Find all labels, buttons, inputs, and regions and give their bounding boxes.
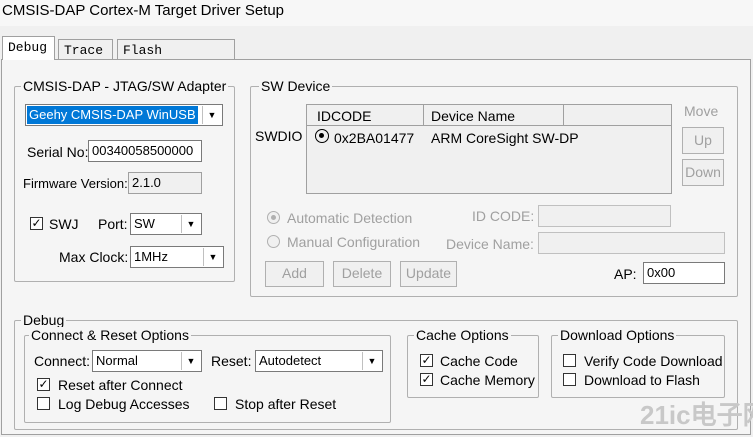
adapter-select[interactable]: Geehy CMSIS-DAP WinUSB ▼ <box>25 104 223 126</box>
port-select[interactable]: SW ▼ <box>130 213 202 235</box>
row-idcode: 0x2BA01477 <box>334 130 415 146</box>
reset-select-value: Autodetect <box>259 353 322 368</box>
max-clock-label: Max Clock: <box>59 249 129 265</box>
add-button[interactable]: Add <box>265 261 324 287</box>
auto-detection-radio[interactable] <box>267 211 280 224</box>
stop-after-reset-checkbox[interactable] <box>214 397 227 410</box>
device-table[interactable]: IDCODE Device Name 0x2BA01477 ARM CoreSi… <box>306 104 672 194</box>
max-clock-select-value: 1MHz <box>134 249 168 264</box>
manual-config-radio[interactable] <box>267 235 280 248</box>
ap-label: AP: <box>614 266 637 282</box>
port-label: Port: <box>98 216 128 232</box>
verify-download-label: Verify Code Download <box>584 353 723 369</box>
column-divider <box>423 105 424 125</box>
adapter-group-title: CMSIS-DAP - JTAG/SW Adapter <box>21 78 229 94</box>
cache-code-checkbox[interactable]: ✓ <box>420 354 433 367</box>
chevron-down-icon: ▼ <box>181 352 200 370</box>
sw-device-group-title: SW Device <box>259 78 333 94</box>
manual-config-label: Manual Configuration <box>287 234 421 250</box>
idcode-field[interactable] <box>538 205 671 227</box>
verify-download-checkbox[interactable] <box>563 354 576 367</box>
device-name-field[interactable] <box>538 232 725 254</box>
reset-after-connect-label: Reset after Connect <box>58 377 183 393</box>
target-icon <box>315 129 329 143</box>
idcode-label: ID CODE: <box>472 208 535 224</box>
swdio-label: SWDIO <box>255 128 303 144</box>
serial-field[interactable]: 00340058500000 <box>88 140 202 162</box>
update-button[interactable]: Update <box>400 261 457 287</box>
stop-after-reset-label: Stop after Reset <box>235 396 337 412</box>
device-name-label: Device Name: <box>446 236 534 252</box>
serial-label: Serial No: <box>27 144 89 160</box>
log-debug-checkbox[interactable] <box>37 397 50 410</box>
chevron-down-icon: ▼ <box>362 352 381 370</box>
column-header-device-name: Device Name <box>431 108 516 124</box>
tab-debug[interactable]: Debug <box>2 36 55 60</box>
adapter-select-value: Geehy CMSIS-DAP WinUSB <box>27 106 198 124</box>
window-title: CMSIS-DAP Cortex-M Target Driver Setup <box>2 2 285 19</box>
connect-label: Connect: <box>34 353 91 369</box>
watermark: 21ic电子网 <box>640 400 753 430</box>
move-label: Move <box>684 103 719 119</box>
cache-memory-label: Cache Memory <box>440 372 535 388</box>
port-select-value: SW <box>134 216 155 231</box>
column-header-idcode: IDCODE <box>317 108 372 124</box>
connect-select-value: Normal <box>96 353 138 368</box>
cache-memory-checkbox[interactable]: ✓ <box>420 373 433 386</box>
tab-trace[interactable]: Trace <box>58 39 113 60</box>
title-bar: CMSIS-DAP Cortex-M Target Driver Setup <box>0 0 753 26</box>
connect-select[interactable]: Normal ▼ <box>92 350 202 372</box>
reset-select[interactable]: Autodetect ▼ <box>255 350 383 372</box>
move-up-button[interactable]: Up <box>682 127 724 154</box>
chevron-down-icon: ▼ <box>203 248 222 266</box>
swj-checkbox[interactable]: ✓ <box>30 217 43 230</box>
connect-reset-title: Connect & Reset Options <box>29 327 191 343</box>
debug-group-title: Debug <box>21 312 67 328</box>
reset-after-connect-checkbox[interactable]: ✓ <box>37 378 50 391</box>
column-divider <box>563 105 564 125</box>
firmware-label: Firmware Version: <box>23 176 128 191</box>
max-clock-select[interactable]: 1MHz ▼ <box>130 246 224 268</box>
move-down-button[interactable]: Down <box>682 159 724 186</box>
row-device-name: ARM CoreSight SW-DP <box>431 130 579 146</box>
chevron-down-icon: ▼ <box>181 215 200 233</box>
log-debug-label: Log Debug Accesses <box>58 396 190 412</box>
download-to-flash-checkbox[interactable] <box>563 373 576 386</box>
delete-button[interactable]: Delete <box>333 261 391 287</box>
chevron-down-icon: ▼ <box>202 106 221 124</box>
cache-options-title: Cache Options <box>414 327 511 343</box>
ap-field[interactable]: 0x00 <box>643 262 725 284</box>
firmware-field: 2.1.0 <box>128 172 202 194</box>
table-row[interactable]: 0x2BA01477 ARM CoreSight SW-DP <box>307 127 671 147</box>
download-to-flash-label: Download to Flash <box>584 372 700 388</box>
swj-label: SWJ <box>49 216 79 232</box>
auto-detection-label: Automatic Detection <box>287 210 413 226</box>
cache-code-label: Cache Code <box>440 353 518 369</box>
download-options-title: Download Options <box>558 327 677 343</box>
tab-flash-download[interactable]: Flash Download <box>117 39 235 73</box>
reset-label: Reset: <box>211 353 252 369</box>
